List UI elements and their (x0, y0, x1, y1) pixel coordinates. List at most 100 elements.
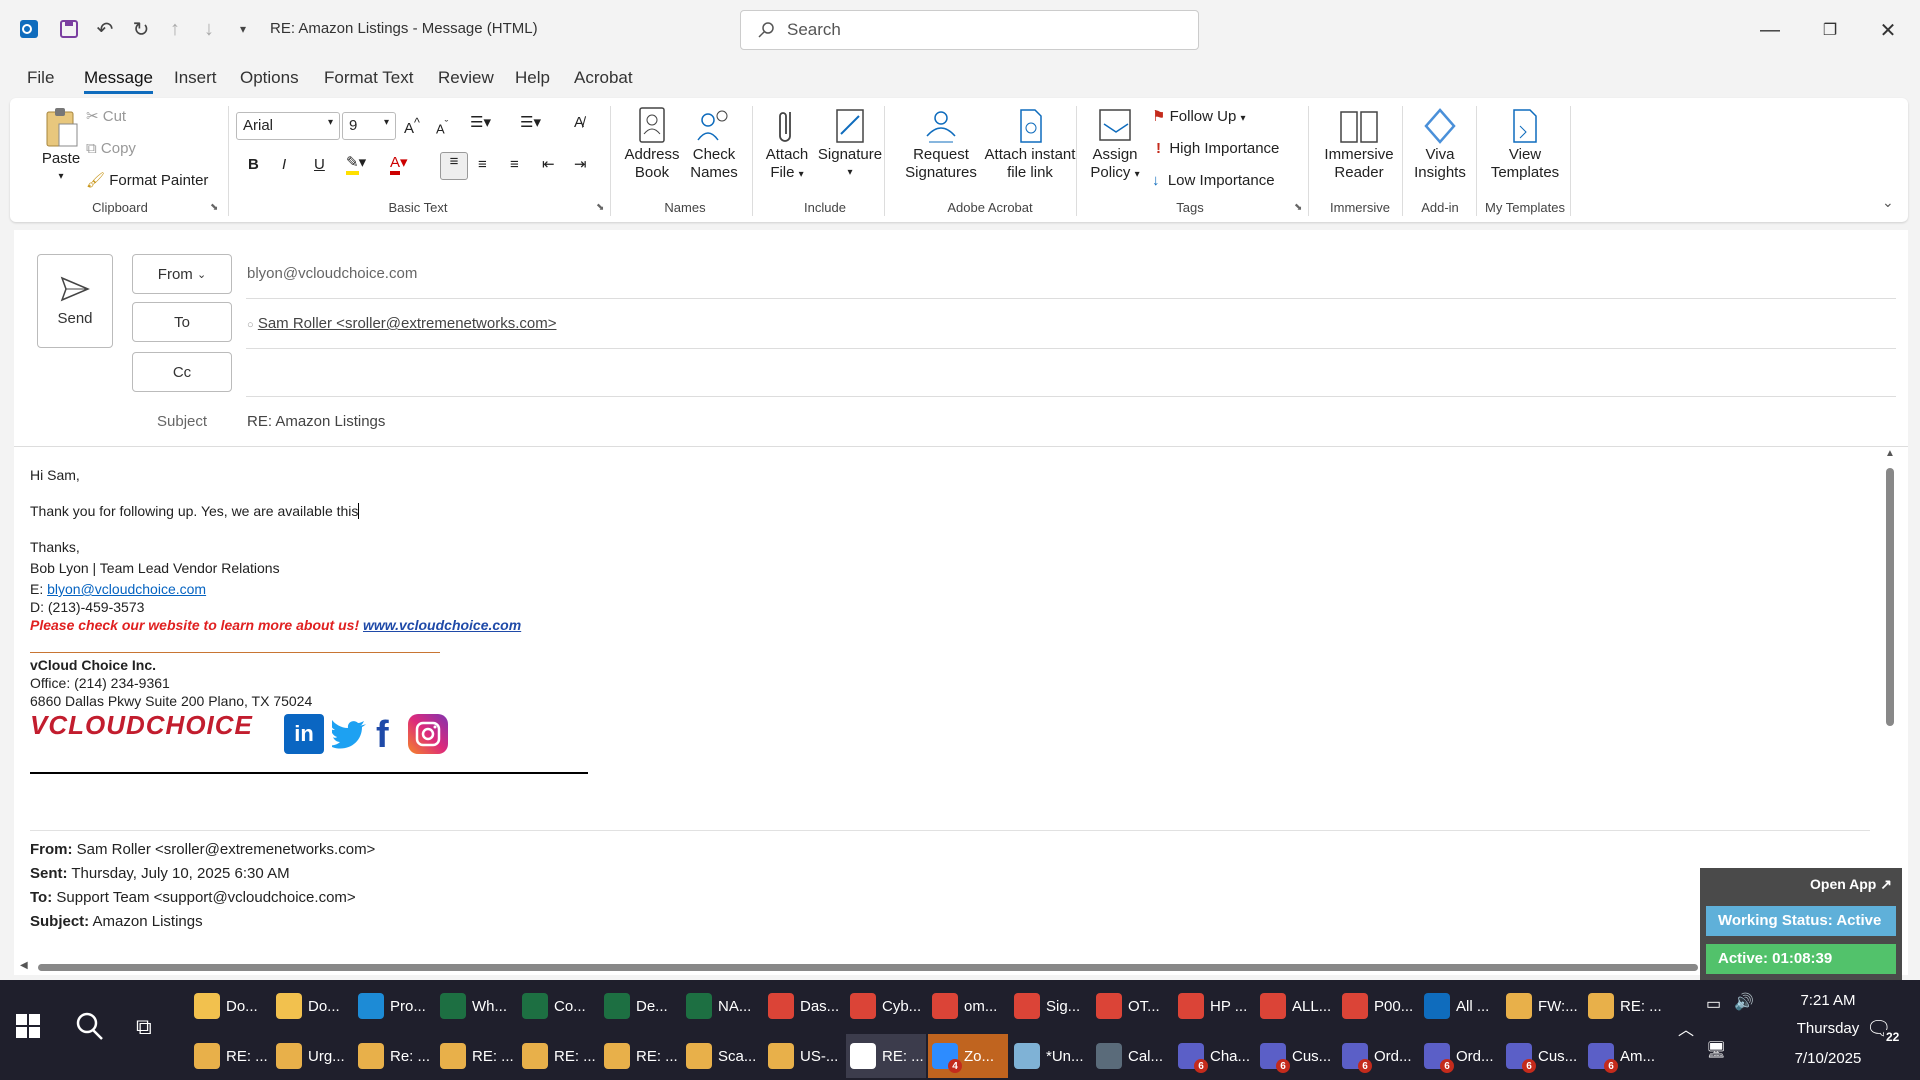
close-button[interactable]: ✕ (1868, 14, 1908, 46)
grow-font-icon[interactable]: A^ (404, 114, 420, 138)
scroll-up-icon[interactable]: ▲ (1885, 448, 1895, 459)
save-icon[interactable] (54, 14, 84, 44)
network-icon[interactable]: 🖥 (1706, 1040, 1726, 1060)
tags-launcher-icon[interactable]: ⬊ (1294, 202, 1302, 213)
taskbar-item[interactable]: 6 Cus... (1502, 1034, 1582, 1078)
bold-button[interactable]: B (248, 156, 259, 174)
taskbar-item[interactable]: NA... (682, 984, 762, 1028)
restore-button[interactable]: ❐ (1810, 14, 1850, 46)
tab-acrobat[interactable]: Acrobat (574, 68, 633, 88)
email-link[interactable]: blyon@vcloudchoice.com (47, 581, 206, 597)
taskbar-item[interactable]: Urg... (272, 1034, 352, 1078)
taskbar-item[interactable]: RE: ... (190, 1034, 270, 1078)
align-center-icon[interactable]: ≡ (478, 156, 487, 174)
high-importance-button[interactable]: ! High Importance (1156, 140, 1279, 158)
collapse-ribbon-icon[interactable]: ⌄ (1882, 194, 1894, 211)
website-link[interactable]: www.vcloudchoice.com (363, 617, 521, 633)
highlight-color-icon[interactable]: ✎▾ (346, 154, 366, 175)
previous-item-icon[interactable]: ↑ (160, 14, 190, 44)
taskbar-item[interactable]: OT... (1092, 984, 1172, 1028)
tab-help[interactable]: Help (515, 68, 550, 88)
taskbar-item[interactable]: ALL... (1256, 984, 1336, 1028)
taskbar-item[interactable]: Co... (518, 984, 598, 1028)
facebook-icon[interactable]: f (376, 716, 389, 754)
tab-options[interactable]: Options (240, 68, 299, 88)
cut-button[interactable]: ✂ Cut (86, 108, 126, 126)
tab-file[interactable]: File (27, 68, 54, 88)
font-size-select[interactable]: 9 ▾ (342, 112, 396, 140)
taskbar-item[interactable]: 6 Ord... (1420, 1034, 1500, 1078)
taskbar-item[interactable]: Pro... (354, 984, 434, 1028)
volume-icon[interactable]: 🔊 (1734, 992, 1754, 1012)
search-icon[interactable] (74, 1010, 104, 1045)
increase-indent-icon[interactable]: ⇥ (574, 156, 587, 174)
basic-text-launcher-icon[interactable]: ⬊ (596, 202, 604, 213)
taskbar-item[interactable]: US-... (764, 1034, 844, 1078)
taskbar-item[interactable]: RE: ... (846, 1034, 926, 1078)
copy-button[interactable]: ⧉ Copy (86, 140, 136, 158)
taskbar-item[interactable]: FW:... (1502, 984, 1582, 1028)
low-importance-button[interactable]: ↓ Low Importance (1152, 172, 1275, 190)
tab-review[interactable]: Review (438, 68, 494, 88)
attach-instant-link-button[interactable]: Attach instant file link (972, 106, 1088, 182)
taskbar-item[interactable]: De... (600, 984, 680, 1028)
scrollbar-thumb[interactable] (38, 964, 1698, 971)
battery-icon[interactable]: ▭ (1706, 994, 1721, 1014)
to-field[interactable]: ○ Sam Roller <sroller@extremenetworks.co… (247, 315, 556, 332)
decrease-indent-icon[interactable]: ⇤ (542, 156, 555, 174)
scroll-left-icon[interactable]: ◀ (20, 960, 28, 971)
redo-icon[interactable]: ↻ (126, 14, 156, 44)
next-item-icon[interactable]: ↓ (194, 14, 224, 44)
taskbar-item[interactable]: RE: ... (518, 1034, 598, 1078)
clock-date[interactable]: 7/10/2025 (1780, 1050, 1876, 1067)
tab-message[interactable]: Message (84, 68, 153, 94)
immersive-reader-button[interactable]: Immersive Reader (1314, 106, 1404, 182)
taskbar-item[interactable]: Do... (272, 984, 352, 1028)
taskbar-item[interactable]: P00... (1338, 984, 1418, 1028)
taskbar-item[interactable]: RE: ... (1584, 984, 1664, 1028)
taskbar-item[interactable]: Sca... (682, 1034, 762, 1078)
taskbar-item[interactable]: Sig... (1010, 984, 1090, 1028)
scrollbar-thumb[interactable] (1886, 468, 1894, 726)
open-app-link[interactable]: Open App ↗ (1810, 876, 1892, 893)
clock-day[interactable]: Thursday (1780, 1020, 1876, 1037)
paste-button[interactable]: Paste ▾ (28, 106, 94, 186)
search-box[interactable]: Search (740, 10, 1199, 50)
taskbar-item[interactable]: *Un... (1010, 1034, 1090, 1078)
taskbar-item[interactable]: 6 Cus... (1256, 1034, 1336, 1078)
taskbar-item[interactable]: om... (928, 984, 1008, 1028)
format-painter-button[interactable]: 🖌 Format Painter (86, 172, 208, 190)
taskbar-item[interactable]: Wh... (436, 984, 516, 1028)
customize-qat-icon[interactable]: ▾ (228, 14, 258, 44)
tab-format-text[interactable]: Format Text (324, 68, 413, 88)
clear-formatting-icon[interactable]: A̸ (574, 114, 584, 132)
taskbar-item[interactable]: Re: ... (354, 1034, 434, 1078)
to-button[interactable]: To (132, 302, 232, 342)
align-left-icon[interactable]: ≡ (440, 152, 468, 180)
linkedin-icon[interactable]: in (284, 714, 324, 754)
taskbar-item[interactable]: 6 Cha... (1174, 1034, 1254, 1078)
horizontal-scrollbar[interactable]: ◀ (20, 960, 1700, 974)
align-right-icon[interactable]: ≡ (510, 156, 519, 174)
clock-time[interactable]: 7:21 AM (1780, 992, 1876, 1009)
taskbar-item[interactable]: 4 Zo... (928, 1034, 1008, 1078)
shrink-font-icon[interactable]: Aˇ (436, 116, 448, 138)
minimize-button[interactable]: — (1750, 14, 1790, 46)
font-name-select[interactable]: Arial ▾ (236, 112, 340, 140)
send-button[interactable]: Send (37, 254, 113, 348)
task-view-icon[interactable]: ⧉ (136, 1014, 152, 1040)
subject-field[interactable]: RE: Amazon Listings (247, 413, 385, 430)
to-recipient[interactable]: Sam Roller <sroller@extremenetworks.com> (258, 315, 557, 332)
italic-button[interactable]: I (282, 156, 286, 174)
underline-button[interactable]: U (314, 156, 325, 174)
taskbar-item[interactable]: RE: ... (436, 1034, 516, 1078)
check-names-button[interactable]: Check Names (680, 106, 748, 182)
taskbar-item[interactable]: HP ... (1174, 984, 1254, 1028)
follow-up-button[interactable]: ⚑ Follow Up ▾ (1152, 108, 1246, 128)
taskbar-item[interactable]: 6 Ord... (1338, 1034, 1418, 1078)
viva-insights-button[interactable]: Viva Insights (1408, 106, 1472, 182)
windows-start-icon[interactable] (16, 1014, 40, 1043)
taskbar-item[interactable]: Do... (190, 984, 270, 1028)
twitter-icon[interactable] (328, 718, 368, 754)
taskbar-item[interactable]: Das... (764, 984, 844, 1028)
